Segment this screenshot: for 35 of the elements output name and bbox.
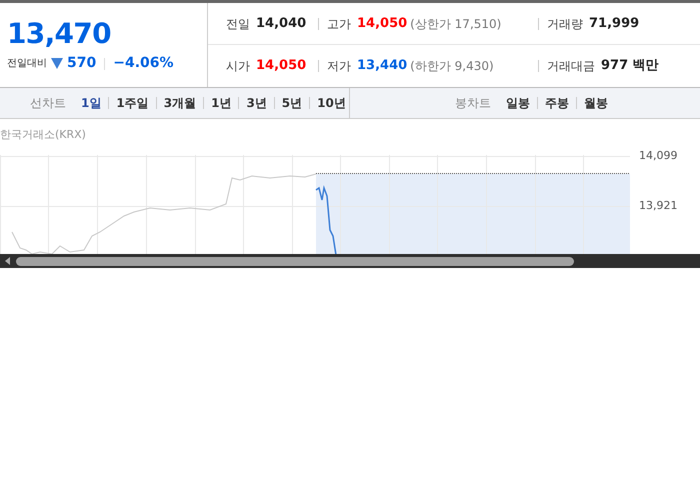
stat-label: 고가: [327, 16, 351, 32]
tab-group-title: 선차트: [30, 95, 66, 112]
current-price: 13,470: [7, 17, 111, 51]
stat-value: 13,440: [357, 57, 408, 76]
stat-label: 거래량: [547, 16, 583, 32]
period-tab[interactable]: 주봉: [545, 94, 569, 112]
scrollbar-thumb[interactable]: [16, 256, 574, 266]
stat-value: 14,050: [357, 14, 408, 33]
change-label: 전일대비: [7, 57, 47, 71]
period-tab[interactable]: 10년: [317, 94, 346, 112]
limit-price: (상한가 17,510): [410, 16, 502, 32]
stat-value: 14,050: [256, 57, 306, 76]
exchange-label: 한국거래소(KRX): [0, 128, 86, 142]
change-amount: 570: [67, 54, 96, 73]
stat-value: 977 백만: [601, 57, 659, 76]
period-tab[interactable]: 3개월: [164, 94, 196, 112]
period-tab[interactable]: 일봉: [506, 94, 530, 112]
stat-label: 시가: [226, 58, 250, 75]
y-axis-label: 14,099: [639, 149, 678, 162]
period-tab[interactable]: 1주일: [116, 94, 149, 112]
period-tab[interactable]: 3년: [246, 94, 267, 112]
stat-label: 전일: [226, 16, 250, 32]
scrollbar[interactable]: [0, 254, 700, 268]
stat-label: 저가: [327, 58, 351, 75]
tab-group-title: 봉차트: [455, 95, 491, 112]
stat-value: 71,999: [589, 14, 640, 33]
period-tab[interactable]: 1년: [211, 94, 232, 112]
period-tab[interactable]: 1일: [81, 94, 102, 112]
stat-value: 14,040: [256, 14, 306, 33]
change-rate: −4.06%: [113, 54, 174, 73]
y-axis-label: 13,921: [639, 199, 678, 212]
stat-label: 거래대금: [547, 58, 595, 75]
period-tab[interactable]: 5년: [282, 94, 302, 112]
period-tab[interactable]: 월봉: [584, 94, 608, 112]
limit-price: (하한가 9,430): [410, 58, 494, 75]
